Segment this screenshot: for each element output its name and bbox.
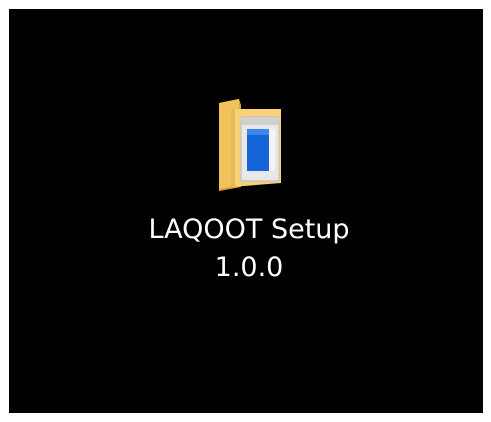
desktop: LAQOOT Setup 1.0.0 <box>9 9 483 413</box>
icon-label-line2: 1.0.0 <box>214 252 284 283</box>
desktop-icon-laqoot-setup[interactable]: LAQOOT Setup 1.0.0 <box>109 95 389 287</box>
desktop-icon-label: LAQOOT Setup 1.0.0 <box>148 211 349 287</box>
folder-installer-icon <box>219 99 281 191</box>
icon-label-line1: LAQOOT Setup <box>148 214 350 245</box>
